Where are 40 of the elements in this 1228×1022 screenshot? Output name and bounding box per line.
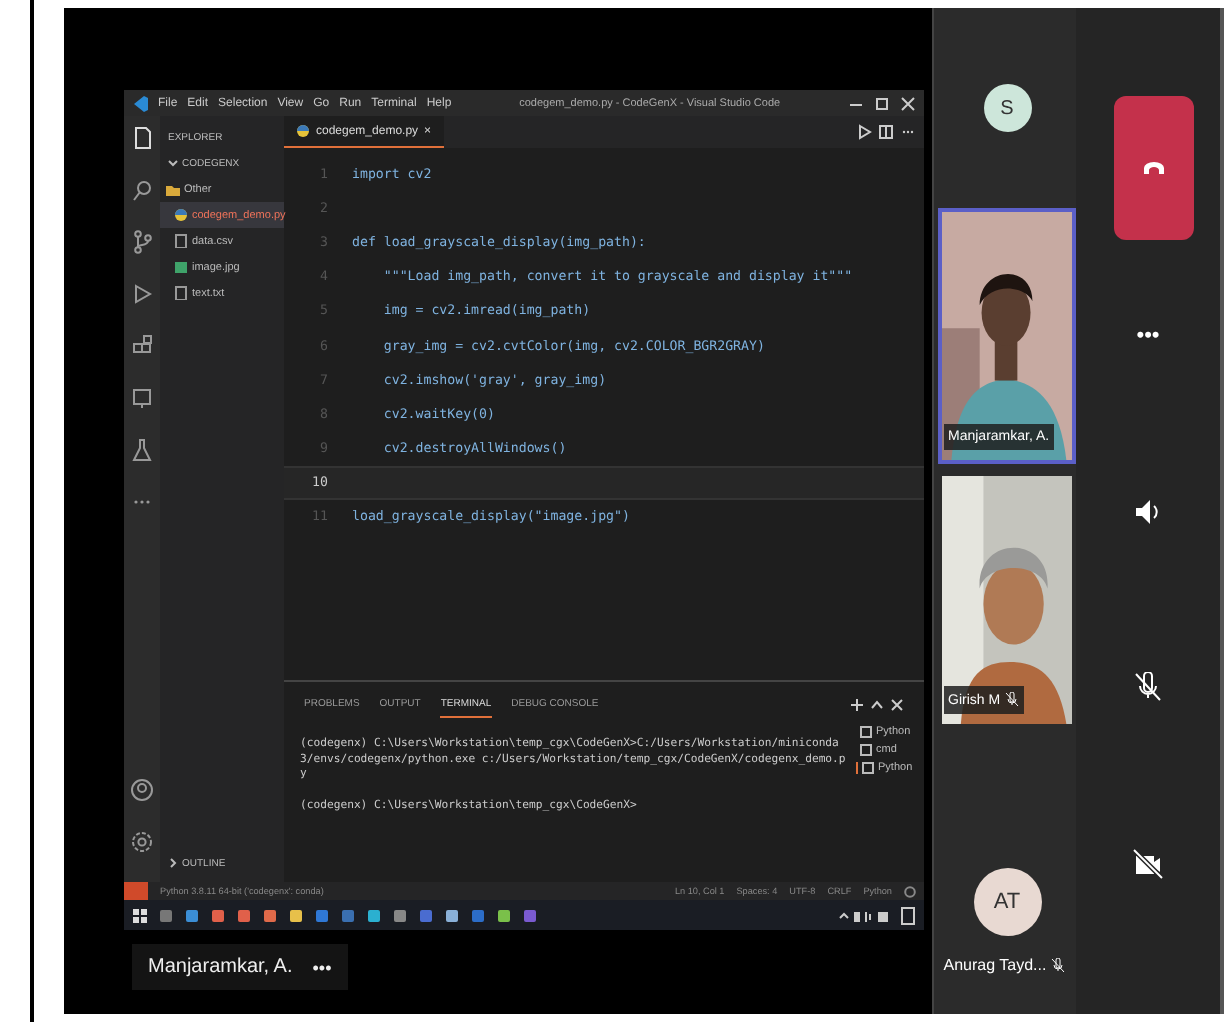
hang-up-button[interactable]	[1113, 96, 1193, 240]
file-icon	[174, 286, 188, 300]
vscode-logo-icon	[132, 95, 148, 111]
play-bug-icon[interactable]	[130, 282, 154, 306]
chevron-icon[interactable]	[168, 158, 178, 168]
image-file-icon	[174, 260, 188, 274]
mic-off-icon[interactable]	[1132, 672, 1164, 704]
branch-icon[interactable]	[130, 230, 154, 254]
files-icon[interactable]	[130, 126, 154, 150]
folder-icon	[166, 182, 180, 196]
restore-icon[interactable]	[874, 95, 890, 111]
participant-avatar: S	[983, 84, 1031, 132]
participant-avatar: AT	[973, 868, 1041, 936]
more-options-button[interactable]: •••	[312, 957, 332, 977]
presenter-name: Manjaramkar, A.	[148, 956, 293, 978]
more-options-button[interactable]: •••	[1136, 324, 1160, 348]
close-icon[interactable]	[900, 95, 916, 111]
phone-icon	[1141, 160, 1165, 176]
extensions-icon[interactable]	[130, 334, 154, 358]
chevron-up-icon[interactable]	[870, 698, 884, 712]
camera-off-icon[interactable]	[1132, 848, 1164, 880]
python-file-icon	[296, 124, 310, 138]
python-file-icon	[174, 208, 188, 222]
notifications-icon[interactable]	[900, 905, 916, 925]
start-icon[interactable]	[132, 907, 148, 923]
participant-name: Anurag Tayd...	[943, 956, 1047, 974]
flask-icon[interactable]	[130, 438, 154, 462]
tray-icons-drawing[interactable]	[838, 907, 890, 923]
feedback-icon[interactable]	[904, 885, 916, 897]
account-icon[interactable]	[130, 778, 154, 802]
close-icon[interactable]	[890, 698, 904, 712]
settings-icon[interactable]	[130, 830, 154, 854]
add-icon[interactable]	[850, 698, 864, 712]
chevron-icon[interactable]	[168, 858, 178, 868]
run-icon[interactable]	[856, 124, 872, 140]
search-icon[interactable]	[130, 178, 154, 202]
monitor-icon[interactable]	[130, 386, 154, 410]
speaker-icon[interactable]	[1132, 496, 1164, 528]
file-icon	[174, 234, 188, 248]
split-editor-icon[interactable]	[878, 124, 894, 140]
